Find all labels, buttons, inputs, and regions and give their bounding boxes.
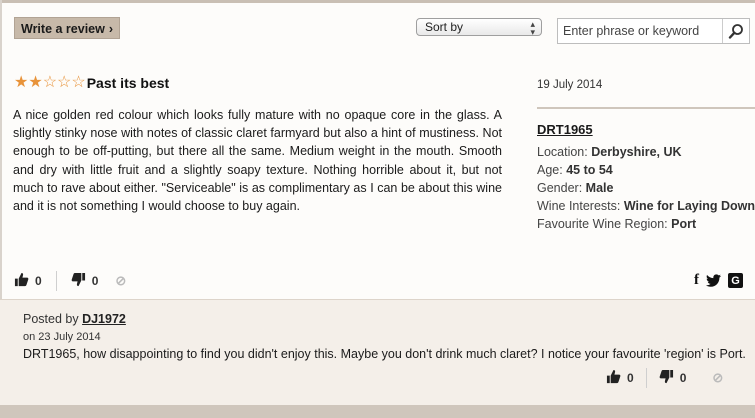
review-body: A nice golden red colour which looks ful…: [13, 108, 502, 214]
thumbs-up-icon: [606, 369, 621, 384]
age-label: Age:: [537, 163, 563, 177]
star-empty-icon: ☆: [42, 74, 58, 91]
sort-select-label: Sort by: [425, 20, 464, 34]
review-date: 19 July 2014: [537, 79, 603, 91]
comment-likes-count: 0: [627, 371, 634, 385]
interests-value: Wine for Laying Down: [623, 199, 755, 213]
reviewer-age: Age: 45 to 54: [537, 163, 613, 177]
comment-author-link[interactable]: DJ1972: [82, 312, 126, 326]
thumbs-up-button[interactable]: [14, 272, 29, 290]
location-label: Location:: [537, 145, 588, 159]
search-button[interactable]: [722, 19, 749, 43]
report-icon: ⊘: [712, 370, 724, 385]
sidebar-divider: [537, 107, 755, 109]
star-empty-icon: ☆: [57, 74, 72, 91]
select-arrows-icon: ▴ ▾: [530, 19, 535, 37]
search-box[interactable]: Enter phrase or keyword: [557, 18, 750, 44]
thumbs-down-button[interactable]: [71, 272, 86, 290]
comment-text: DRT1965, how disappointing to find you d…: [23, 347, 746, 361]
reviewer-location: Location: Derbyshire, UK: [537, 145, 682, 159]
write-review-button[interactable]: Write a review ›: [14, 17, 121, 39]
comment-date: on 23 July 2014: [23, 331, 101, 343]
google-plus-icon[interactable]: G: [728, 273, 743, 288]
star-filled-icon: ★: [14, 74, 29, 91]
likes-count: 0: [35, 274, 42, 288]
age-value: 45 to 54: [566, 163, 613, 177]
top-border: [0, 0, 755, 3]
reviewer-interests: Wine Interests: Wine for Laying Down: [537, 199, 755, 213]
comment-posted-by: Posted by DJ1972: [23, 312, 126, 326]
facebook-icon[interactable]: f: [694, 272, 699, 289]
share-bar: f G: [694, 272, 743, 289]
reviewer-name-link[interactable]: DRT1965: [537, 122, 593, 137]
review-vote-bar: 0 0 ⊘: [14, 270, 126, 292]
dislikes-count: 0: [91, 274, 99, 288]
comment-vote-bar: 0 0 ⊘: [606, 368, 723, 388]
thumbs-down-icon: [71, 272, 85, 287]
reviewer-gender: Gender: Male: [537, 181, 613, 195]
location-value: Derbyshire, UK: [591, 145, 682, 159]
posted-by-label: Posted by: [23, 312, 79, 326]
vote-spacer: [106, 271, 107, 291]
gender-label: Gender:: [537, 181, 583, 195]
review-title: Past its best: [86, 75, 170, 91]
region-label: Favourite Wine Region:: [537, 217, 668, 231]
comment-thumbs-up-button[interactable]: [606, 369, 621, 387]
search-input[interactable]: Enter phrase or keyword: [563, 24, 699, 38]
gender-value: Male: [585, 181, 614, 195]
star-rating: ★★☆☆☆: [14, 74, 86, 92]
bottom-border: [0, 405, 755, 418]
search-icon: [728, 24, 743, 39]
comment-report-button[interactable]: ⊘: [712, 370, 723, 386]
star-filled-icon: ★: [28, 74, 43, 91]
thumbs-up-icon: [14, 272, 29, 287]
write-review-label: Write a review: [21, 22, 105, 36]
thumbs-down-icon: [659, 369, 673, 384]
vote-divider: [645, 368, 647, 388]
sort-select[interactable]: Sort by ▴ ▾: [416, 18, 542, 37]
star-empty-icon: ☆: [71, 74, 86, 91]
comment-dislikes-count: 0: [679, 371, 687, 385]
reviewer-region: Favourite Wine Region: Port: [537, 217, 696, 231]
report-button[interactable]: ⊘: [115, 273, 126, 289]
comment-thumbs-down-button[interactable]: [659, 369, 674, 387]
chevron-right-icon: ›: [108, 22, 114, 36]
report-icon: ⊘: [115, 273, 127, 288]
comment-block: Posted by DJ1972 on 23 July 2014 DRT1965…: [0, 299, 755, 406]
vote-divider: [55, 271, 57, 291]
region-value: Port: [671, 217, 697, 231]
twitter-icon[interactable]: [706, 274, 721, 287]
interests-label: Wine Interests:: [537, 199, 621, 213]
review-rating: ★★☆☆☆ Past its best: [14, 74, 169, 92]
